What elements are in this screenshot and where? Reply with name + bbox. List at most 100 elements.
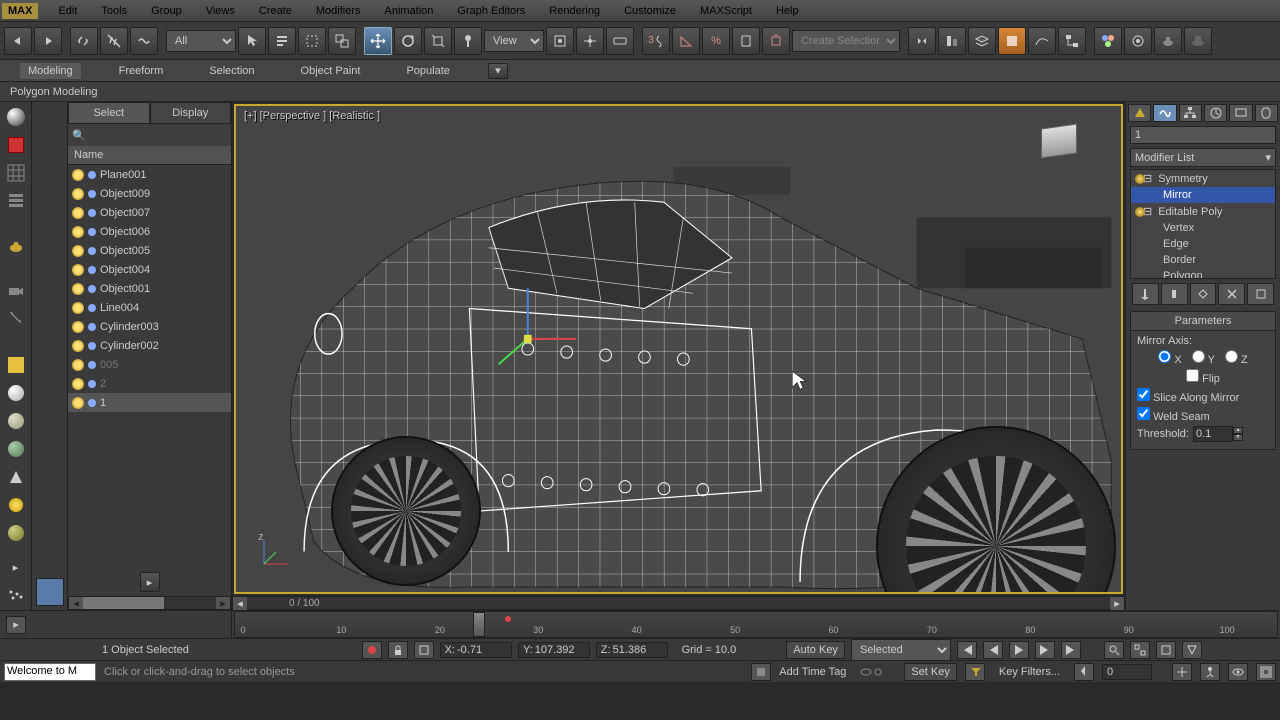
schematic-view-button[interactable]: [1058, 27, 1086, 55]
menu-modifiers[interactable]: Modifiers: [304, 2, 373, 20]
select-by-name-button[interactable]: [268, 27, 296, 55]
scroll-left-icon[interactable]: ◂: [69, 597, 83, 609]
visibility-icon[interactable]: [72, 226, 84, 238]
red-box-icon[interactable]: [4, 134, 28, 156]
scene-item[interactable]: Cylinder002: [68, 336, 231, 355]
scene-item[interactable]: Object006: [68, 222, 231, 241]
render-frame-button[interactable]: [1154, 27, 1182, 55]
menu-create[interactable]: Create: [247, 2, 304, 20]
rotate-button[interactable]: [394, 27, 422, 55]
threshold-input[interactable]: [1193, 426, 1233, 442]
menu-views[interactable]: Views: [194, 2, 247, 20]
select-object-button[interactable]: [238, 27, 266, 55]
nav-zoom-icon[interactable]: [1104, 641, 1124, 659]
tan-sphere-icon[interactable]: [4, 410, 28, 432]
spin-up-icon[interactable]: ▴: [1233, 427, 1243, 434]
redo-button[interactable]: [34, 27, 62, 55]
z-coord-field[interactable]: Z:: [596, 642, 668, 658]
nav-pan-icon[interactable]: [1172, 663, 1192, 681]
material-editor-button[interactable]: [1094, 27, 1122, 55]
menu-animation[interactable]: Animation: [373, 2, 446, 20]
lock-icon[interactable]: [388, 641, 408, 659]
olive-sphere-icon[interactable]: [4, 522, 28, 544]
motion-tab-icon[interactable]: [1204, 104, 1227, 122]
selection-lock-icon[interactable]: [414, 641, 434, 659]
modifier-stack[interactable]: ⊟SymmetryMirror⊟Editable PolyVertexEdgeB…: [1130, 169, 1276, 279]
axis-z-radio[interactable]: Z: [1225, 350, 1248, 366]
modifier-stack-item[interactable]: ⊟Symmetry: [1131, 170, 1275, 187]
time-config-icon[interactable]: [1074, 663, 1094, 681]
modifier-list-dropdown[interactable]: Modifier List ▾: [1130, 148, 1276, 167]
toggle-ribbon-button[interactable]: [998, 27, 1026, 55]
viewport-timeline-track[interactable]: ◂ 0 / 100 ▸: [232, 596, 1125, 610]
window-crossing-button[interactable]: [328, 27, 356, 55]
hierarchy-tab-icon[interactable]: [1179, 104, 1202, 122]
camera-icon[interactable]: [4, 280, 28, 302]
pin-stack-button[interactable]: [1132, 283, 1159, 305]
layers-button[interactable]: [968, 27, 996, 55]
mirror-button[interactable]: [908, 27, 936, 55]
scene-item[interactable]: Object001: [68, 279, 231, 298]
scene-item[interactable]: Object007: [68, 203, 231, 222]
ribbon-tab-modeling[interactable]: Modeling: [20, 63, 81, 79]
visibility-icon[interactable]: [72, 378, 84, 390]
bind-spacewarp-button[interactable]: [130, 27, 158, 55]
axis-y-radio[interactable]: Y: [1192, 350, 1215, 366]
light-icon[interactable]: [4, 494, 28, 516]
modifier-stack-item[interactable]: Border: [1131, 252, 1275, 268]
render-setup-button[interactable]: [1124, 27, 1152, 55]
snap-toggle-button[interactable]: 3: [642, 27, 670, 55]
y-coord-field[interactable]: Y:: [518, 642, 590, 658]
modifier-toggle-icon[interactable]: [1135, 174, 1145, 184]
flip-checkbox[interactable]: Flip: [1186, 369, 1220, 385]
placement-button[interactable]: [454, 27, 482, 55]
scene-item[interactable]: Object009: [68, 184, 231, 203]
x-coord-field[interactable]: X:: [440, 642, 512, 658]
list-icon[interactable]: [4, 190, 28, 212]
scene-tab-display[interactable]: Display: [150, 102, 232, 124]
axis-x-radio[interactable]: X: [1158, 350, 1181, 366]
bone-icon[interactable]: [4, 308, 28, 330]
selection-filter-dropdown[interactable]: All: [166, 30, 236, 52]
keyboard-shortcut-button[interactable]: [606, 27, 634, 55]
ribbon-tab-populate[interactable]: Populate: [398, 63, 457, 79]
goto-end-button[interactable]: [1061, 641, 1081, 659]
nav-maximize-icon[interactable]: [1256, 663, 1276, 681]
visibility-icon[interactable]: [72, 359, 84, 371]
visibility-icon[interactable]: [72, 302, 84, 314]
modifier-toggle-icon[interactable]: [1135, 207, 1145, 217]
key-mode-dropdown[interactable]: Selected: [851, 639, 951, 661]
remove-modifier-button[interactable]: [1218, 283, 1245, 305]
teapot-icon[interactable]: [4, 235, 28, 257]
scene-item[interactable]: 2: [68, 374, 231, 393]
nav-zoom-all-icon[interactable]: [1130, 641, 1150, 659]
scene-item[interactable]: Cylinder003: [68, 317, 231, 336]
scene-item[interactable]: Object005: [68, 241, 231, 260]
scene-item[interactable]: Object004: [68, 260, 231, 279]
utilities-tab-icon[interactable]: [1255, 104, 1278, 122]
next-frame-button[interactable]: [1035, 641, 1055, 659]
threshold-spinner[interactable]: ▴▾: [1193, 426, 1243, 442]
angle-snap-button[interactable]: [672, 27, 700, 55]
pivot-button[interactable]: [546, 27, 574, 55]
menu-edit[interactable]: Edit: [46, 2, 89, 20]
goto-start-button[interactable]: [957, 641, 977, 659]
prev-frame-button[interactable]: [983, 641, 1003, 659]
scene-object-list[interactable]: Plane001Object009Object007Object006Objec…: [68, 165, 231, 568]
modifier-stack-item[interactable]: Polygon: [1131, 268, 1275, 279]
track-filter-icon[interactable]: ▸: [6, 616, 26, 634]
green-sphere-icon[interactable]: [4, 438, 28, 460]
modifier-stack-item[interactable]: Vertex: [1131, 220, 1275, 236]
scene-expand-icon[interactable]: ▸: [140, 572, 160, 592]
viewcube[interactable]: [1041, 126, 1091, 166]
viewport-label[interactable]: [+] [Perspective ] [Realistic ]: [244, 110, 380, 122]
time-slider-handle[interactable]: [473, 612, 485, 637]
named-selection-dropdown[interactable]: Create Selection Se: [792, 30, 900, 52]
scene-tab-select[interactable]: Select: [68, 102, 150, 124]
active-color-swatch[interactable]: [36, 578, 64, 606]
menu-maxscript[interactable]: MAXScript: [688, 2, 764, 20]
menu-group[interactable]: Group: [139, 2, 194, 20]
modifier-stack-item[interactable]: Mirror: [1131, 187, 1275, 203]
undo-button[interactable]: [4, 27, 32, 55]
scale-button[interactable]: [424, 27, 452, 55]
